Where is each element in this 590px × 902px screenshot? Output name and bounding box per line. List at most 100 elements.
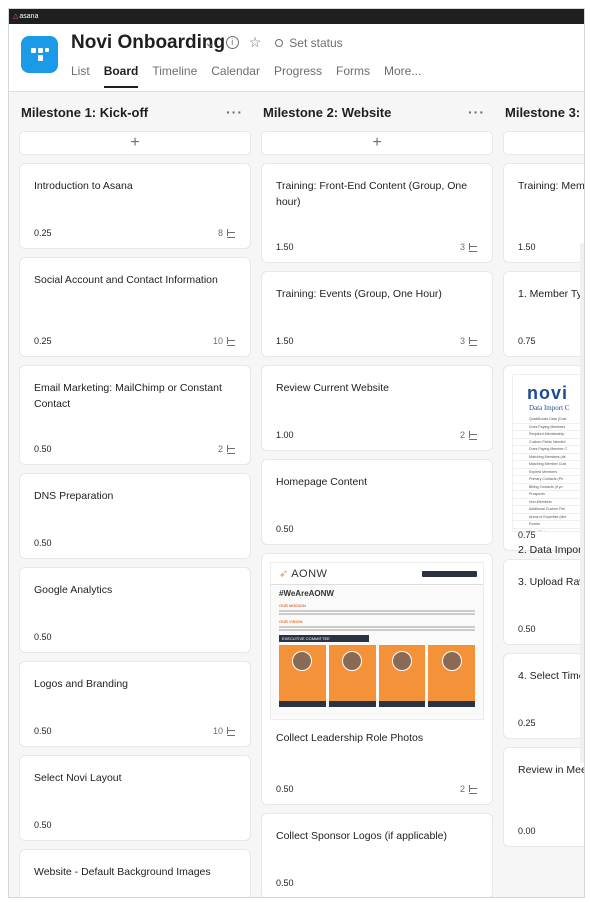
task-card[interactable]: Website - Default Background Images xyxy=(19,849,251,897)
task-estimate: 0.50 xyxy=(34,726,52,736)
task-estimate: 0.50 xyxy=(34,820,52,830)
task-estimate: 0.50 xyxy=(34,632,52,642)
task-card[interactable]: Training: Events (Group, One Hour) 1.50 3 xyxy=(261,271,493,357)
task-card[interactable]: Training: Memb (One hour, One 1.50 xyxy=(503,163,585,263)
top-bar: △ asana xyxy=(9,9,584,24)
scrollbar[interactable] xyxy=(580,243,584,763)
leader-photo-card xyxy=(378,645,426,707)
subtask-count[interactable]: 3 xyxy=(460,336,478,346)
task-card[interactable]: Logos and Branding 0.50 10 xyxy=(19,661,251,747)
task-title: Social Account and Contact Information xyxy=(34,274,218,286)
task-card[interactable]: Training: Front-End Content (Group, One … xyxy=(261,163,493,263)
import-row: Expired Members xyxy=(513,469,584,476)
import-row: Additional Custom Fiel xyxy=(513,506,584,514)
project-glyph-icon xyxy=(30,47,49,61)
subtask-count[interactable]: 2 xyxy=(460,430,478,440)
avatar xyxy=(292,651,313,671)
column-more-icon[interactable]: ··· xyxy=(226,104,251,120)
star-icon[interactable]: ☆ xyxy=(249,34,262,51)
set-status-button[interactable]: Set status xyxy=(275,36,343,50)
task-footer: 0.75 xyxy=(518,530,584,540)
subtask-icon xyxy=(226,337,236,346)
import-row: Matching Member Cust xyxy=(513,461,584,469)
leader-photo-card xyxy=(328,645,376,707)
task-card[interactable]: Select Novi Layout 0.50 xyxy=(19,755,251,841)
task-card[interactable]: Collect Sponsor Logos (if applicable) 0.5… xyxy=(261,813,493,897)
attachment-thumbnail[interactable]: novi Data Import C QuickBooks Data (Cust Du… xyxy=(512,374,584,532)
tab-forms[interactable]: Forms xyxy=(336,64,370,88)
subtask-count[interactable]: 2 xyxy=(460,784,478,794)
task-footer: 0.50 xyxy=(34,538,236,548)
import-row: Matching Members (dir xyxy=(513,454,584,461)
subtask-number: 8 xyxy=(217,228,223,238)
app-window: △ asana Novi Onboarding ⌄ i ☆ Set status… xyxy=(8,8,585,898)
avatar xyxy=(391,651,412,671)
task-card[interactable]: Homepage Content 0.50 xyxy=(261,459,493,545)
task-estimate: 1.50 xyxy=(276,336,294,346)
thumb-header: ➶ AONW xyxy=(271,563,483,585)
task-card[interactable]: Email Marketing: MailChimp or Constant C… xyxy=(19,365,251,465)
subtask-count[interactable]: 10 xyxy=(213,336,236,346)
task-footer: 0.50 10 xyxy=(34,726,236,736)
task-title: Review Current Website xyxy=(276,382,390,394)
leader-photo-footer xyxy=(378,701,426,707)
add-task-button[interactable]: + xyxy=(19,131,251,155)
task-title: Collect Leadership Role Photos xyxy=(276,732,424,744)
subtask-count[interactable]: 8 xyxy=(218,228,236,238)
tab-timeline[interactable]: Timeline xyxy=(152,64,197,88)
task-title: Training: Memb (One hour, One xyxy=(518,180,585,192)
column-more-icon[interactable]: ··· xyxy=(468,104,493,120)
chevron-down-icon[interactable]: ⌄ xyxy=(204,34,216,51)
task-card[interactable]: novi Data Import C QuickBooks Data (Cust Du… xyxy=(503,365,584,556)
add-task-button[interactable]: + xyxy=(503,131,584,155)
task-estimate: 1.50 xyxy=(518,242,536,252)
task-estimate: 0.00 xyxy=(518,826,536,836)
task-title: 3. Upload Raw xyxy=(518,576,585,588)
tab-calendar[interactable]: Calendar xyxy=(211,64,260,88)
task-card[interactable]: Review Current Website 1.00 2 xyxy=(261,365,493,451)
tab-more[interactable]: More... xyxy=(384,64,421,88)
project-icon[interactable] xyxy=(21,36,58,73)
task-title: Email Marketing: MailChimp or Constant C… xyxy=(34,382,222,410)
tab-list[interactable]: List xyxy=(71,64,90,88)
import-row: Dues Paying Member C xyxy=(513,446,584,454)
task-footer: 1.00 2 xyxy=(276,430,478,440)
tab-board[interactable]: Board xyxy=(103,64,139,88)
task-card[interactable]: Introduction to Asana 0.25 8 xyxy=(19,163,251,249)
task-title: 2. Data Import xyxy=(518,544,585,556)
task-footer: 0.25 8 xyxy=(34,228,236,238)
task-card[interactable]: Social Account and Contact Information 0.… xyxy=(19,257,251,357)
column-title: Milestone 3: M xyxy=(505,104,584,120)
task-footer: 0.50 2 xyxy=(34,444,236,454)
task-estimate: 1.50 xyxy=(276,242,294,252)
subtask-icon xyxy=(468,243,478,252)
leader-photo-card xyxy=(279,645,326,707)
subtask-icon xyxy=(468,337,478,346)
task-card[interactable]: 4. Select Time 0.25 xyxy=(503,653,584,739)
task-footer: 1.50 3 xyxy=(276,242,478,252)
task-title: 1. Member Typ xyxy=(518,288,585,300)
task-card[interactable]: Review in Meet and Custom Fi 0.00 xyxy=(503,747,584,847)
subtask-count[interactable]: 3 xyxy=(460,242,478,252)
task-card[interactable]: 3. Upload Raw 0.50 xyxy=(503,559,585,645)
import-row: Primary Contacts (Pri xyxy=(513,476,584,484)
task-title: Introduction to Asana xyxy=(34,180,133,192)
tab-progress[interactable]: Progress xyxy=(274,64,322,88)
asana-logo-icon: △ xyxy=(13,13,19,20)
subtask-count[interactable]: 2 xyxy=(218,444,236,454)
column-title: Milestone 2: Website xyxy=(263,104,392,120)
task-card[interactable]: ➶ AONW #WeAreAONW OUR MISSION OUR VISION EXEC… xyxy=(261,553,493,805)
task-card[interactable]: DNS Preparation 0.50 xyxy=(19,473,251,559)
board-column: Milestone 2: Website ··· + Training: Front-… xyxy=(261,93,493,897)
subtask-count[interactable]: 10 xyxy=(213,726,236,736)
task-card[interactable]: Google Analytics 0.50 xyxy=(19,567,251,653)
add-task-button[interactable]: + xyxy=(261,131,493,155)
info-icon[interactable]: i xyxy=(225,36,239,49)
import-row: Dues Paying Members xyxy=(513,424,584,431)
attachment-thumbnail[interactable]: ➶ AONW #WeAreAONW OUR MISSION OUR VISION EXEC… xyxy=(270,562,484,720)
import-row: Events xyxy=(513,521,584,529)
subtask-icon xyxy=(468,431,478,440)
task-card[interactable]: 1. Member Typ 0.75 xyxy=(503,271,585,357)
subtask-number: 10 xyxy=(212,726,223,736)
aonw-mark-icon: ➶ xyxy=(279,568,289,580)
